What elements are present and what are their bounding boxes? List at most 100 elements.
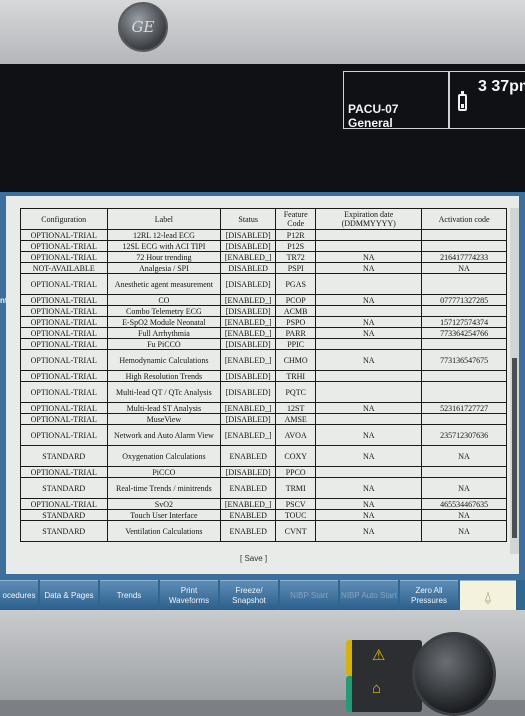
scrollbar-thumb[interactable] bbox=[512, 358, 517, 538]
table-cell: OPTIONAL-TRIAL bbox=[20, 402, 108, 414]
save-button[interactable]: [ Save ] bbox=[240, 554, 267, 563]
table-cell[interactable]: [DISABLED] bbox=[220, 240, 277, 252]
alarm-bell-icon[interactable]: ⍙ bbox=[460, 580, 516, 610]
table-row[interactable]: OPTIONAL-TRIAL Anesthetic agent measureme… bbox=[20, 273, 507, 295]
table-row[interactable]: OPTIONAL-TRIAL High Resolution Trends [DIS… bbox=[20, 370, 507, 382]
table-cell bbox=[421, 305, 507, 317]
table-cell[interactable]: [ENABLED_] bbox=[220, 424, 277, 446]
nibp-auto-start-button[interactable]: NIBP Auto Start bbox=[340, 580, 398, 610]
table-cell[interactable]: [ENABLED_] bbox=[220, 349, 277, 371]
table-cell: NA bbox=[315, 520, 423, 542]
table-cell: P12S bbox=[275, 240, 317, 252]
table-row[interactable]: NOT-AVAILABLE Analgesia / SPI DISABLED PSPI… bbox=[20, 262, 507, 274]
table-cell[interactable]: [DISABLED] bbox=[220, 370, 277, 382]
table-cell bbox=[421, 229, 507, 241]
table-row[interactable]: STANDARD Touch User Interface ENABLED TOUC N… bbox=[20, 509, 507, 521]
table-cell[interactable]: [DISABLED] bbox=[220, 229, 277, 241]
software-configuration-panel: Configuration Label Status Feature Code … bbox=[6, 196, 519, 574]
table-cell: NA bbox=[315, 402, 423, 414]
monitor-top-bezel: GE bbox=[0, 0, 525, 64]
table-row[interactable]: OPTIONAL-TRIAL Network and Auto Alarm Vie… bbox=[20, 424, 507, 446]
table-cell: 216417774233 bbox=[421, 251, 507, 263]
table-row[interactable]: OPTIONAL-TRIAL CO [ENABLED_] PCOP NA 07777132… bbox=[20, 294, 507, 306]
table-cell[interactable]: [DISABLED] bbox=[220, 273, 277, 295]
bottom-menu-bar: ocedures Data & Pages Trends Print Waveform… bbox=[0, 580, 525, 610]
table-cell: NA bbox=[421, 477, 507, 499]
table-cell[interactable]: [ENABLED_] bbox=[220, 327, 277, 339]
table-cell[interactable]: ENABLED bbox=[220, 509, 277, 521]
table-row[interactable]: OPTIONAL-TRIAL 12RL 12-lead ECG [DISABLED]… bbox=[20, 229, 507, 241]
table-cell: NA bbox=[421, 262, 507, 274]
table-cell: 12SL ECG with ACI TIPI bbox=[106, 240, 222, 252]
table-cell bbox=[421, 338, 507, 350]
table-cell: TOUC bbox=[275, 509, 317, 521]
profile-label: General bbox=[348, 116, 393, 130]
table-row[interactable]: OPTIONAL-TRIAL Hemodynamic Calculations [E… bbox=[20, 349, 507, 371]
table-row[interactable]: OPTIONAL-TRIAL Fu PiCCO [DISABLED] PPIC bbox=[20, 338, 507, 350]
table-cell[interactable]: ENABLED bbox=[220, 477, 277, 499]
table-cell: PPCO bbox=[275, 466, 317, 478]
table-cell: MuseView bbox=[106, 413, 222, 425]
table-cell: OPTIONAL-TRIAL bbox=[20, 229, 108, 241]
table-cell: TRHI bbox=[275, 370, 317, 382]
table-cell: OPTIONAL-TRIAL bbox=[20, 294, 108, 306]
table-cell: PiCCO bbox=[106, 466, 222, 478]
zero-all-pressures-button[interactable]: Zero All Pressures bbox=[400, 580, 458, 610]
table-cell: 12ST bbox=[275, 402, 317, 414]
table-cell[interactable]: [DISABLED] bbox=[220, 338, 277, 350]
trim-knob[interactable] bbox=[412, 632, 496, 716]
table-row[interactable]: OPTIONAL-TRIAL Full Arrhythmia [ENABLED_] P… bbox=[20, 327, 507, 339]
table-cell bbox=[315, 240, 423, 252]
table-row[interactable]: OPTIONAL-TRIAL 72 Hour trending [ENABLED_]… bbox=[20, 251, 507, 263]
table-cell: PPIC bbox=[275, 338, 317, 350]
table-cell: NA bbox=[315, 316, 423, 328]
table-row[interactable]: OPTIONAL-TRIAL Multi-lead QT / QTc Analys… bbox=[20, 381, 507, 403]
table-cell: NA bbox=[315, 498, 423, 510]
table-row[interactable]: STANDARD Ventilation Calculations ENABLED C… bbox=[20, 520, 507, 542]
patient-unit-box[interactable]: PACU-07 General bbox=[343, 71, 449, 130]
table-row[interactable]: STANDARD Oxygenation Calculations ENABLED C… bbox=[20, 445, 507, 467]
table-cell[interactable]: [ENABLED_] bbox=[220, 402, 277, 414]
table-cell: 523161727727 bbox=[421, 402, 507, 414]
table-cell[interactable]: [DISABLED] bbox=[220, 413, 277, 425]
table-row[interactable]: STANDARD Real-time Trends / minitrends ENA… bbox=[20, 477, 507, 499]
freeze-snapshot-button[interactable]: Freeze/ Snapshot bbox=[220, 580, 278, 610]
table-cell: CHMO bbox=[275, 349, 317, 371]
procedures-button[interactable]: ocedures bbox=[0, 580, 38, 610]
table-cell: Combo Telemetry ECG bbox=[106, 305, 222, 317]
table-cell: 773136547675 bbox=[421, 349, 507, 371]
table-cell: OPTIONAL-TRIAL bbox=[20, 349, 108, 371]
table-cell: PSPO bbox=[275, 316, 317, 328]
table-cell: OPTIONAL-TRIAL bbox=[20, 424, 108, 446]
clock-time: 3 37pm bbox=[478, 78, 525, 95]
table-cell: NA bbox=[315, 251, 423, 263]
table-row[interactable]: OPTIONAL-TRIAL MuseView [DISABLED] AMSE bbox=[20, 413, 507, 425]
table-cell[interactable]: [ENABLED_] bbox=[220, 498, 277, 510]
table-cell: NA bbox=[315, 424, 423, 446]
print-waveforms-button[interactable]: Print Waveforms bbox=[160, 580, 218, 610]
data-pages-button[interactable]: Data & Pages bbox=[40, 580, 98, 610]
trends-button[interactable]: Trends bbox=[100, 580, 158, 610]
table-cell[interactable]: [DISABLED] bbox=[220, 381, 277, 403]
table-cell: AVOA bbox=[275, 424, 317, 446]
table-row[interactable]: OPTIONAL-TRIAL SvO2 [ENABLED_] PSCV NA 465534… bbox=[20, 498, 507, 510]
home-key[interactable] bbox=[346, 676, 422, 712]
table-cell: STANDARD bbox=[20, 509, 108, 521]
table-cell[interactable]: DISABLED bbox=[220, 262, 277, 274]
table-cell[interactable]: [DISABLED] bbox=[220, 466, 277, 478]
table-cell[interactable]: [ENABLED_] bbox=[220, 316, 277, 328]
table-cell[interactable]: [ENABLED_] bbox=[220, 251, 277, 263]
table-cell: E-SpO2 Module Neonatal bbox=[106, 316, 222, 328]
table-row[interactable]: OPTIONAL-TRIAL 12SL ECG with ACI TIPI [DIS… bbox=[20, 240, 507, 252]
table-cell[interactable]: [ENABLED_] bbox=[220, 294, 277, 306]
table-row[interactable]: OPTIONAL-TRIAL Combo Telemetry ECG [DISABL… bbox=[20, 305, 507, 317]
table-row[interactable]: OPTIONAL-TRIAL PiCCO [DISABLED] PPCO bbox=[20, 466, 507, 478]
table-cell[interactable]: [DISABLED] bbox=[220, 305, 277, 317]
nibp-start-button[interactable]: NIBP Start bbox=[280, 580, 338, 610]
table-row[interactable]: OPTIONAL-TRIAL E-SpO2 Module Neonatal [ENA… bbox=[20, 316, 507, 328]
table-cell[interactable]: ENABLED bbox=[220, 445, 277, 467]
table-scrollbar[interactable] bbox=[510, 208, 519, 554]
table-cell[interactable]: ENABLED bbox=[220, 520, 277, 542]
table-row[interactable]: OPTIONAL-TRIAL Multi-lead ST Analysis [ENA… bbox=[20, 402, 507, 414]
table-cell: PQTC bbox=[275, 381, 317, 403]
